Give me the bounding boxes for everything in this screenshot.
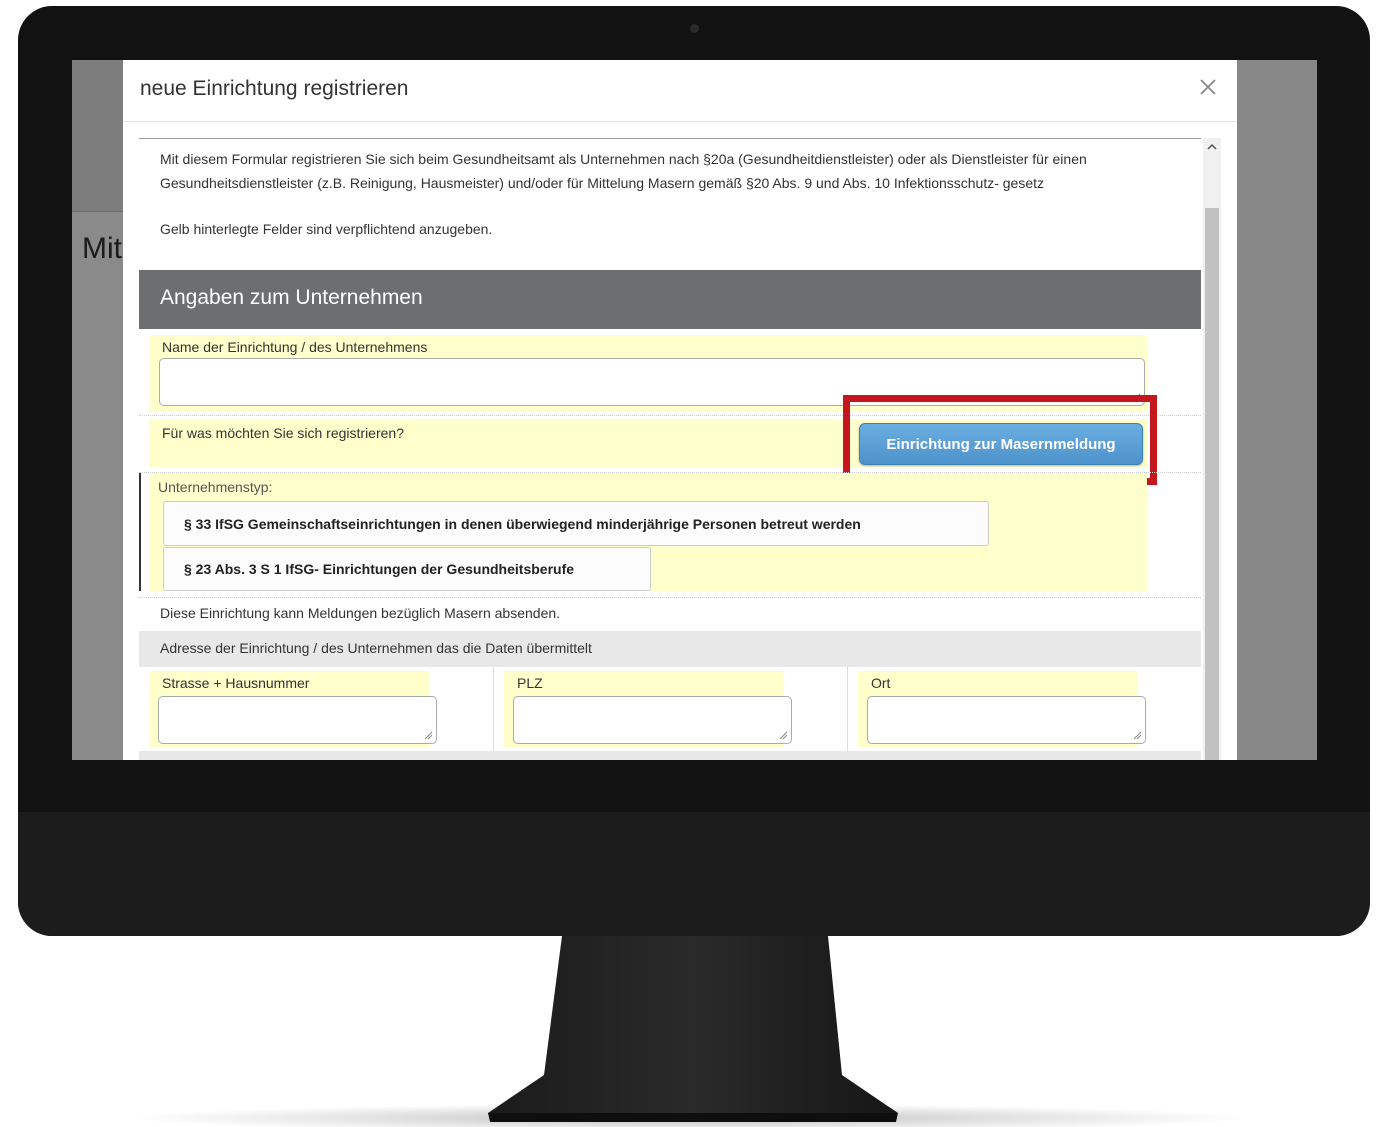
resize-grip-icon[interactable] — [423, 730, 433, 740]
register-question-label: Für was möchten Sie sich registrieren? — [162, 425, 404, 441]
intro-section: Mit diesem Formular registrieren Sie sic… — [139, 139, 1201, 242]
scroll-up-icon[interactable] — [1203, 138, 1221, 154]
street-field-group: Strasse + Hausnummer — [139, 667, 493, 760]
city-label: Ort — [871, 675, 891, 691]
divider — [139, 597, 1201, 598]
address-heading: Adresse der Einrichtung / des Unternehme… — [139, 631, 1201, 667]
screen: Mit neue Einrichtung registrieren Mit di… — [72, 60, 1317, 760]
close-icon[interactable] — [1193, 72, 1223, 102]
company-type-label: Unternehmenstyp: — [158, 479, 273, 495]
scrollbar-thumb[interactable] — [1205, 208, 1219, 760]
company-type-group: Unternehmenstyp: § 33 IfSG Gemeinschafts… — [139, 473, 1147, 591]
street-label: Strasse + Hausnummer — [162, 675, 310, 691]
modal-title: neue Einrichtung registrieren — [140, 77, 409, 100]
resize-grip-icon[interactable] — [778, 730, 788, 740]
registration-modal: neue Einrichtung registrieren Mit diesem… — [123, 60, 1237, 760]
intro-text: Mit diesem Formular registrieren Sie sic… — [160, 151, 1087, 191]
company-type-option-23[interactable]: § 23 Abs. 3 S 1 IfSG- Einrichtungen der … — [163, 547, 651, 591]
zip-field-group: PLZ — [493, 667, 847, 760]
masern-permission-note: Diese Einrichtung kann Meldungen bezügli… — [160, 605, 561, 621]
form-content: Mit diesem Formular registrieren Sie sic… — [139, 138, 1201, 760]
monitor-chin — [18, 812, 1370, 936]
modal-body: Mit diesem Formular registrieren Sie sic… — [139, 138, 1221, 760]
company-type-option-33[interactable]: § 33 IfSG Gemeinschaftseinrichtungen in … — [163, 501, 989, 546]
camera-dot — [690, 24, 699, 33]
city-input[interactable] — [867, 696, 1146, 744]
background-right — [1237, 60, 1317, 760]
scrollbar[interactable] — [1203, 138, 1221, 760]
company-name-label: Name der Einrichtung / des Unternehmens — [162, 339, 428, 355]
zip-input[interactable] — [513, 696, 792, 744]
address-row: Strasse + Hausnummer PLZ Ort — [139, 667, 1201, 760]
modal-header: neue Einrichtung registrieren — [123, 60, 1237, 122]
street-input[interactable] — [158, 696, 437, 744]
section-header: Angaben zum Unternehmen — [139, 270, 1201, 329]
resize-grip-icon[interactable] — [1132, 730, 1142, 740]
zip-label: PLZ — [517, 675, 543, 691]
next-section-strip — [139, 751, 1201, 760]
background-title: Mit — [82, 232, 122, 265]
city-field-group: Ort — [847, 667, 1201, 760]
required-note: Gelb hinterlegte Felder sind verpflichte… — [160, 221, 493, 237]
